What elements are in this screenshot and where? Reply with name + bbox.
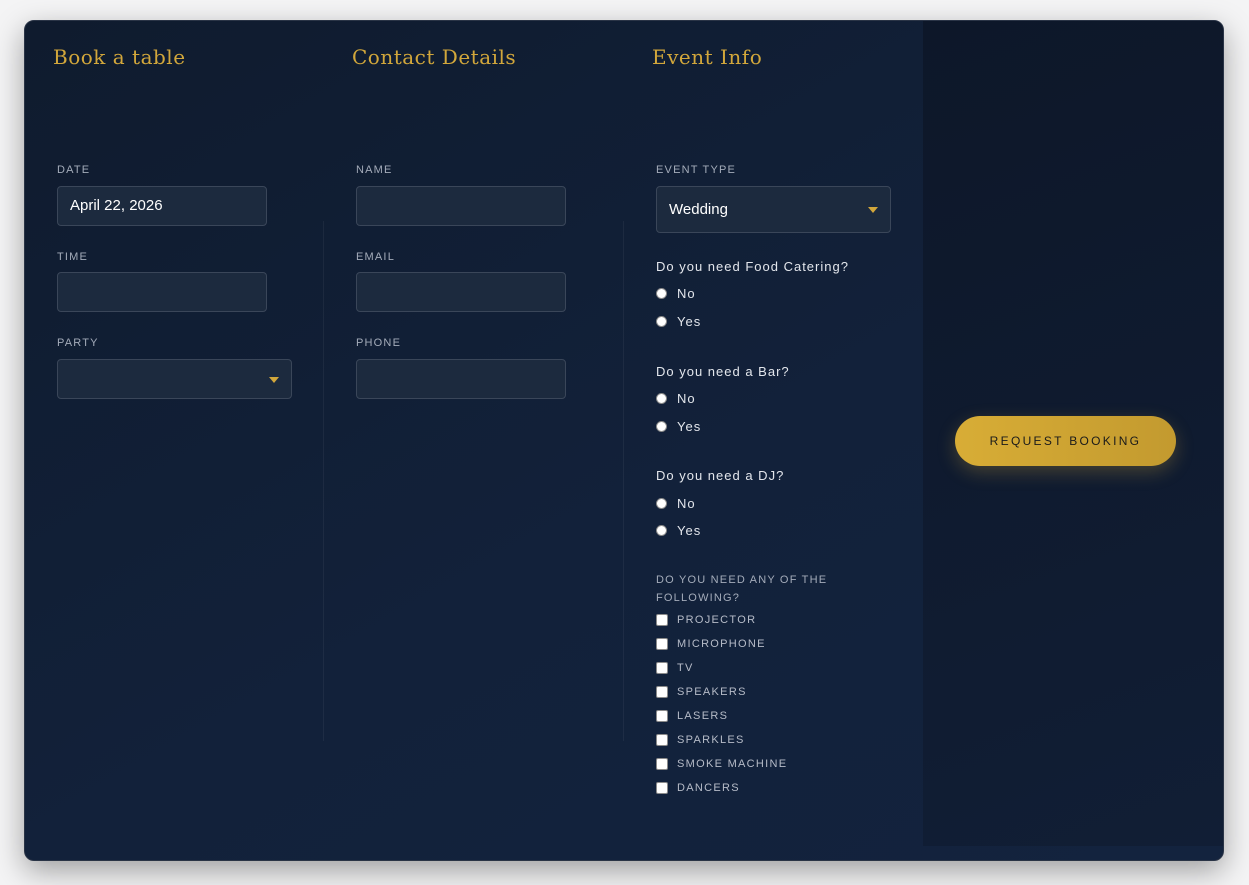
event-type-select[interactable]: Wedding (656, 186, 891, 233)
radio-label: Yes (677, 419, 702, 434)
bar-question: Do you need a Bar? (656, 364, 790, 379)
checkbox[interactable] (656, 758, 668, 770)
date-label: DATE (57, 164, 91, 176)
dj-no-option[interactable]: No (656, 496, 696, 511)
checkbox[interactable] (656, 686, 668, 698)
checkbox[interactable] (656, 662, 668, 674)
extra-lasers[interactable]: LASERS (656, 710, 728, 722)
bar-no-option[interactable]: No (656, 391, 696, 406)
event-title: Event Info (652, 45, 763, 69)
date-input[interactable]: April 22, 2026 (57, 186, 267, 226)
column-divider (623, 221, 624, 741)
radio-circle[interactable] (656, 421, 667, 432)
checkbox[interactable] (656, 782, 668, 794)
extra-projector[interactable]: PROJECTOR (656, 614, 756, 626)
checkbox[interactable] (656, 638, 668, 650)
checkbox-label: SMOKE MACHINE (677, 758, 788, 770)
bar-yes-option[interactable]: Yes (656, 419, 701, 434)
radio-circle[interactable] (656, 525, 667, 536)
extra-smoke-machine[interactable]: SMOKE MACHINE (656, 758, 787, 770)
checkbox-label: LASERS (677, 710, 729, 722)
column-divider (323, 221, 324, 741)
event-type-label: EVENT TYPE (656, 164, 737, 176)
radio-circle[interactable] (656, 393, 667, 404)
extra-microphone[interactable]: MICROPHONE (656, 638, 766, 650)
email-label: EMAIL (356, 251, 396, 263)
checkbox[interactable] (656, 710, 668, 722)
radio-label: No (677, 496, 696, 511)
booking-card: Book a table DATE April 22, 2026 TIME PA… (24, 20, 1224, 861)
radio-label: No (677, 391, 696, 406)
event-type-value: Wedding (669, 201, 728, 218)
request-booking-button[interactable]: REQUEST BOOKING (955, 416, 1176, 466)
radio-circle[interactable] (656, 316, 667, 327)
checkbox[interactable] (656, 734, 668, 746)
party-label: PARTY (57, 337, 99, 349)
checkbox-label: SPEAKERS (677, 686, 747, 698)
extras-label: DO YOU NEED ANY OF THE FOLLOWING? (656, 574, 828, 604)
checkbox[interactable] (656, 614, 668, 626)
extra-sparkles[interactable]: SPARKLES (656, 734, 745, 746)
radio-circle[interactable] (656, 498, 667, 509)
catering-no-option[interactable]: No (656, 286, 696, 301)
contact-title: Contact Details (352, 45, 517, 69)
caret-down-icon (868, 207, 878, 213)
radio-label: No (677, 286, 696, 301)
radio-circle[interactable] (656, 288, 667, 299)
radio-label: Yes (677, 314, 702, 329)
catering-question: Do you need Food Catering? (656, 259, 849, 274)
dj-question: Do you need a DJ? (656, 468, 785, 483)
catering-yes-option[interactable]: Yes (656, 314, 701, 329)
checkbox-label: TV (677, 662, 694, 674)
extra-dancers[interactable]: DANCERS (656, 782, 740, 794)
dj-yes-option[interactable]: Yes (656, 523, 701, 538)
name-label: NAME (356, 164, 393, 176)
time-label: TIME (57, 251, 89, 263)
phone-input[interactable] (356, 359, 566, 399)
name-input[interactable] (356, 186, 566, 226)
radio-label: Yes (677, 523, 702, 538)
booking-title: Book a table (53, 45, 186, 69)
phone-label: PHONE (356, 337, 402, 349)
extra-speakers[interactable]: SPEAKERS (656, 686, 747, 698)
checkbox-label: MICROPHONE (677, 638, 766, 650)
extra-tv[interactable]: TV (656, 662, 694, 674)
party-select[interactable] (57, 359, 292, 399)
checkbox-label: DANCERS (677, 782, 740, 794)
checkbox-label: SPARKLES (677, 734, 745, 746)
time-input[interactable] (57, 272, 267, 312)
caret-down-icon (269, 377, 279, 383)
checkbox-label: PROJECTOR (677, 614, 757, 626)
email-input[interactable] (356, 272, 566, 312)
